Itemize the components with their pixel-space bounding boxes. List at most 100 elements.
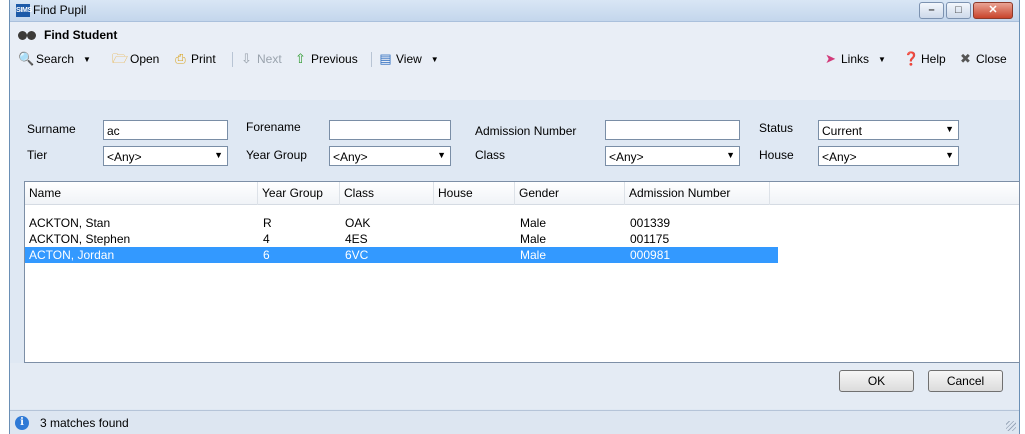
status-label: Status bbox=[759, 121, 794, 135]
column-header-class[interactable]: Class bbox=[340, 182, 434, 205]
admission-number-label: Admission Number bbox=[475, 124, 577, 138]
close-button[interactable]: ✖ Close bbox=[958, 50, 1007, 68]
admission-number-field[interactable] bbox=[605, 120, 740, 140]
next-button[interactable]: ⇩ Next bbox=[239, 50, 282, 68]
help-label: Help bbox=[921, 52, 946, 66]
cell-name: ACTON, Jordan bbox=[29, 248, 115, 262]
links-label: Links bbox=[841, 52, 870, 66]
chevron-down-icon: ▼ bbox=[945, 150, 954, 160]
cell-name: ACKTON, Stephen bbox=[29, 232, 131, 246]
maximize-button[interactable]: □ bbox=[946, 2, 971, 19]
view-button[interactable]: ▤ View ▼ bbox=[378, 50, 439, 68]
info-icon: i bbox=[15, 416, 29, 430]
table-row[interactable]: ACKTON, Stan R OAK Male 001339 bbox=[25, 215, 778, 231]
house-select[interactable]: <Any> ▼ bbox=[818, 146, 959, 166]
chevron-down-icon: ▼ bbox=[945, 124, 954, 134]
sims-app-icon: SIMS bbox=[16, 4, 32, 17]
column-header-admission-number[interactable]: Admission Number bbox=[625, 182, 770, 205]
find-pupil-window: SIMS Find Pupil – □ ✕ Find Student 🔍 Sea… bbox=[9, 0, 1020, 434]
binoculars-search-icon: 🔍 bbox=[18, 51, 35, 66]
column-header-year-group[interactable]: Year Group bbox=[258, 182, 340, 205]
house-value: <Any> bbox=[822, 150, 857, 164]
close-x-icon: ✕ bbox=[988, 4, 998, 16]
minimize-icon: – bbox=[928, 4, 935, 16]
forename-label: Forename bbox=[246, 120, 301, 134]
tier-select[interactable]: <Any> ▼ bbox=[103, 146, 228, 166]
button-bar: OK Cancel bbox=[10, 363, 1019, 409]
close-icon: ✖ bbox=[960, 51, 971, 66]
class-select[interactable]: <Any> ▼ bbox=[605, 146, 740, 166]
cancel-button[interactable]: Cancel bbox=[928, 370, 1003, 392]
tier-value: <Any> bbox=[107, 150, 142, 164]
cell-gender: Male bbox=[520, 232, 547, 246]
house-label: House bbox=[759, 148, 794, 162]
cell-class: 4ES bbox=[345, 232, 368, 246]
folder-icon: 🗁 bbox=[112, 51, 129, 66]
surname-label: Surname bbox=[27, 122, 76, 136]
column-header-house[interactable]: House bbox=[434, 182, 515, 205]
table-row-selected[interactable]: ACTON, Jordan 6 6VC Male 000981 bbox=[25, 247, 778, 263]
previous-label: Previous bbox=[311, 52, 358, 66]
year-group-label: Year Group bbox=[246, 148, 307, 162]
help-icon: ❓ bbox=[903, 51, 920, 66]
search-button[interactable]: 🔍 Search ▼ bbox=[18, 50, 91, 68]
table-row[interactable]: ACKTON, Stephen 4 4ES Male 001175 bbox=[25, 231, 778, 247]
window-title: Find Pupil bbox=[33, 3, 87, 17]
status-text: 3 matches found bbox=[40, 416, 129, 430]
forename-field[interactable] bbox=[329, 120, 451, 140]
results-grid: Name Year Group Class House Gender Admis… bbox=[24, 181, 1020, 363]
cell-year-group: 6 bbox=[263, 248, 270, 262]
chevron-down-icon: ▼ bbox=[214, 150, 223, 160]
chevron-down-icon[interactable]: ▼ bbox=[83, 55, 91, 64]
title-bar: SIMS Find Pupil – □ ✕ bbox=[10, 0, 1019, 22]
links-icon: ➤ bbox=[825, 51, 836, 66]
cell-class: OAK bbox=[345, 216, 371, 230]
header-panel: Find Student 🔍 Search ▼ 🗁 Open ⎙ Print ⇩… bbox=[10, 22, 1019, 100]
status-bar: i 3 matches found bbox=[10, 410, 1019, 434]
toolbar-separator bbox=[232, 52, 233, 67]
links-button[interactable]: ➤ Links ▼ bbox=[823, 50, 886, 68]
view-label: View bbox=[396, 52, 422, 66]
resize-grip[interactable] bbox=[1006, 421, 1016, 431]
view-icon: ▤ bbox=[379, 51, 392, 66]
tier-label: Tier bbox=[27, 148, 48, 162]
toolbar: 🔍 Search ▼ 🗁 Open ⎙ Print ⇩ Next ⇧ Previ… bbox=[10, 48, 1019, 70]
help-button[interactable]: ❓ Help bbox=[903, 50, 946, 68]
chevron-down-icon[interactable]: ▼ bbox=[431, 55, 439, 64]
cell-gender: Male bbox=[520, 248, 547, 262]
cell-admission-number: 000981 bbox=[630, 248, 671, 262]
toolbar-separator bbox=[371, 52, 372, 67]
maximize-icon: □ bbox=[955, 4, 962, 16]
arrow-up-icon: ⇧ bbox=[295, 51, 306, 66]
year-group-select[interactable]: <Any> ▼ bbox=[329, 146, 451, 166]
minimize-button[interactable]: – bbox=[919, 2, 944, 19]
year-group-value: <Any> bbox=[333, 150, 368, 164]
cell-year-group: R bbox=[263, 216, 272, 230]
panel-heading: Find Student bbox=[18, 26, 117, 44]
open-button[interactable]: 🗁 Open bbox=[112, 50, 159, 68]
arrow-down-icon: ⇩ bbox=[241, 51, 252, 66]
class-value: <Any> bbox=[609, 150, 644, 164]
printer-icon: ⎙ bbox=[175, 51, 186, 66]
previous-button[interactable]: ⇧ Previous bbox=[293, 50, 358, 68]
cell-admission-number: 001339 bbox=[630, 216, 671, 230]
search-label: Search bbox=[36, 52, 75, 66]
print-label: Print bbox=[191, 52, 216, 66]
ok-button[interactable]: OK bbox=[839, 370, 914, 392]
surname-field[interactable]: ac bbox=[103, 120, 228, 140]
cell-admission-number: 001175 bbox=[630, 232, 670, 246]
open-label: Open bbox=[130, 52, 160, 66]
heading-text: Find Student bbox=[44, 28, 118, 42]
column-header-name[interactable]: Name bbox=[25, 182, 258, 205]
chevron-down-icon[interactable]: ▼ bbox=[878, 55, 886, 64]
print-button[interactable]: ⎙ Print bbox=[173, 50, 216, 68]
status-select[interactable]: Current ▼ bbox=[818, 120, 959, 140]
cell-name: ACKTON, Stan bbox=[29, 216, 111, 230]
next-label: Next bbox=[257, 52, 282, 66]
cell-gender: Male bbox=[520, 216, 547, 230]
search-form: Surname ac Forename Admission Number Sta… bbox=[10, 108, 1019, 168]
chevron-down-icon: ▼ bbox=[726, 150, 735, 160]
column-header-gender[interactable]: Gender bbox=[515, 182, 625, 205]
window-close-button[interactable]: ✕ bbox=[973, 2, 1013, 19]
cell-year-group: 4 bbox=[263, 232, 270, 246]
